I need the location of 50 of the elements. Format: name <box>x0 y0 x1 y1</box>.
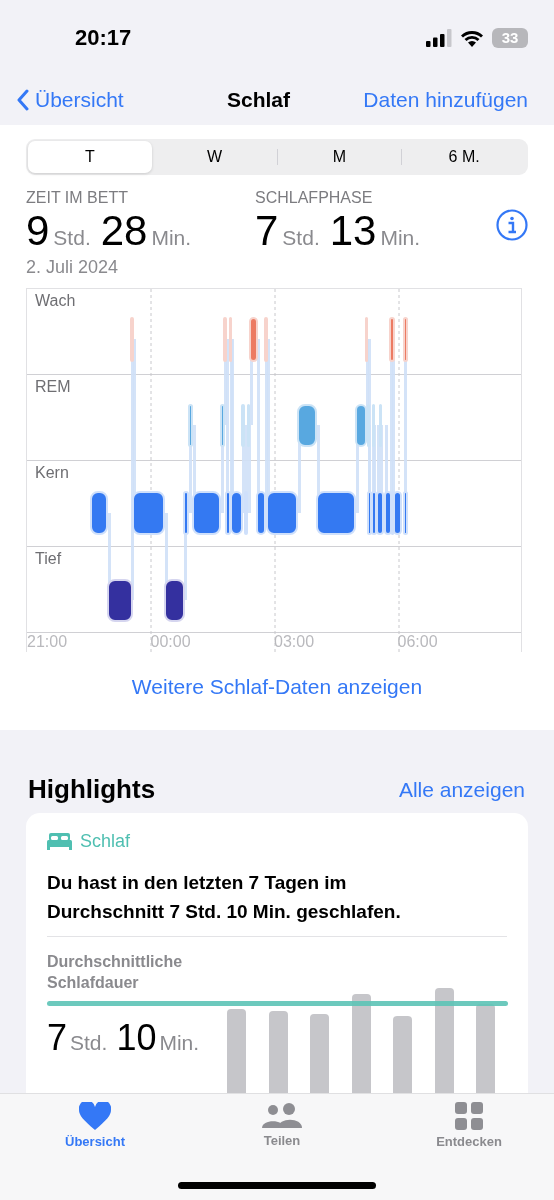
show-all-link[interactable]: Alle anzeigen <box>398 777 525 802</box>
section-title: Highlights <box>28 774 156 805</box>
more-data-link[interactable]: Weitere Schlaf-Daten anzeigen <box>125 674 429 700</box>
category-label: Schlaf <box>80 831 131 852</box>
range-tab[interactable]: W <box>152 141 277 173</box>
heart-icon <box>79 1102 111 1130</box>
add-data-link[interactable]: Daten hinzufügen <box>363 88 528 112</box>
stat-unit: Min. <box>151 226 192 250</box>
tab-bar-item[interactable]: Entdecken <box>424 1101 514 1200</box>
info-icon[interactable] <box>496 209 528 241</box>
tab-bar-item[interactable]: Teilen <box>237 1101 327 1200</box>
wifi-icon <box>460 28 484 47</box>
metric-value: 10 <box>116 1017 157 1059</box>
signal-icon <box>426 28 452 47</box>
time-label: 21:00 <box>27 633 68 650</box>
people-icon <box>262 1102 302 1129</box>
status-time: 20:17 <box>75 24 132 51</box>
stat-unit: Std. <box>53 226 91 250</box>
stat-value: 9 <box>26 209 50 253</box>
range-tab[interactable]: T <box>28 141 152 173</box>
stage-label: REM <box>35 378 71 395</box>
range-tab[interactable]: M <box>277 141 402 173</box>
highlight-text: Du hast in den letzten 7 Tagen im Durchschnitt 7 Std. 10 Min. geschlafen. <box>47 871 402 924</box>
tab-bar-item[interactable]: Übersicht <box>50 1101 140 1200</box>
metric-value: 7 <box>47 1017 68 1059</box>
time-label: 03:00 <box>274 633 315 650</box>
stat-value: 28 <box>100 209 148 253</box>
back-button[interactable]: Übersicht <box>16 88 124 112</box>
stage-label: Tief <box>35 550 62 567</box>
stat-value: 13 <box>329 209 377 253</box>
battery-indicator: 33 <box>492 27 528 48</box>
metric-label: Durchschnittliche Schlafdauer <box>47 952 184 993</box>
stat-unit: Std. <box>282 226 320 250</box>
chevron-icon <box>16 89 29 111</box>
date-label: 2. Juli 2024 <box>26 257 120 278</box>
stat-label: SCHLAFPHASE <box>255 189 374 207</box>
metric-unit: Std. <box>70 1031 108 1055</box>
range-tab[interactable]: 6 M. <box>402 141 526 173</box>
nav-title: Schlaf <box>227 88 291 112</box>
stat-value: 7 <box>255 209 279 253</box>
stat-label: ZEIT IM BETT <box>26 189 129 207</box>
stage-label: Wach <box>35 292 76 309</box>
highlight-card[interactable]: Schlaf Du hast in den letzten 7 Tagen im Durchschnitt 7 Std. 10 Min. geschlafen. Durchschnittliche Schlafdauer 7 Std. 10 Min. <box>26 813 528 1095</box>
stage-label: Kern <box>35 464 69 481</box>
time-label: 00:00 <box>150 633 191 650</box>
time-label: 06:00 <box>397 633 438 650</box>
metric-unit: Min. <box>159 1031 200 1055</box>
bed-icon <box>47 833 72 850</box>
grid-icon <box>455 1102 483 1130</box>
stat-unit: Min. <box>380 226 421 250</box>
